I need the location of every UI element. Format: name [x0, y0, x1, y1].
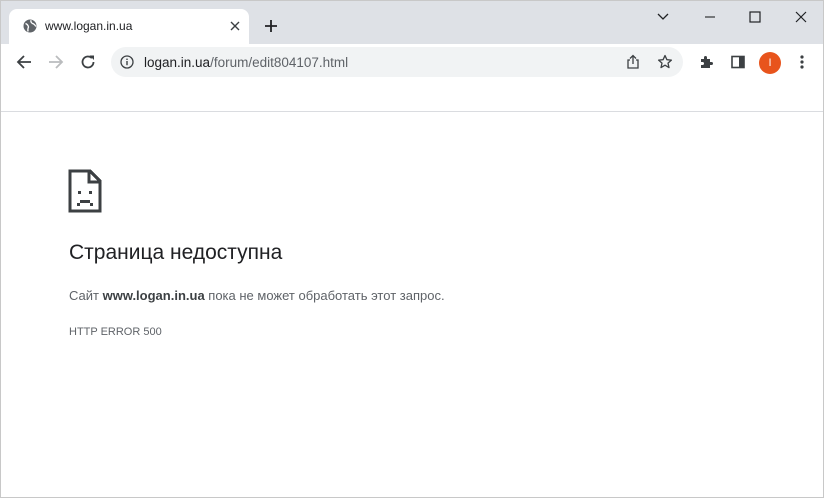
address-bar[interactable]: logan.in.ua/forum/edit804107.html [111, 47, 683, 77]
address-path: /forum/edit804107.html [210, 55, 349, 70]
side-panel-icon[interactable] [726, 50, 750, 74]
minimize-icon[interactable] [698, 7, 722, 27]
toolbar: logan.in.ua/forum/edit804107.html I [1, 44, 823, 80]
browser-window: www.logan.in.ua logan.in.ua/forum/edit80… [0, 0, 824, 498]
error-description: Сайт www.logan.in.ua пока не может обраб… [69, 288, 445, 303]
new-tab-plus-icon[interactable] [261, 16, 281, 36]
profile-avatar[interactable]: I [759, 52, 781, 74]
share-icon[interactable] [624, 53, 642, 71]
page-content: Страница недоступна Сайт www.logan.in.ua… [1, 112, 823, 497]
error-code: HTTP ERROR 500 [69, 326, 162, 338]
back-arrow-icon[interactable] [12, 50, 36, 74]
address-url[interactable]: logan.in.ua/forum/edit804107.html [144, 55, 348, 70]
close-icon[interactable] [789, 7, 813, 27]
error-title: Страница недоступна [69, 241, 283, 264]
maximize-icon[interactable] [743, 7, 767, 27]
bookmark-bar [1, 80, 823, 112]
tab-strip: www.logan.in.ua [1, 1, 823, 44]
star-icon[interactable] [656, 53, 674, 71]
puzzle-icon[interactable] [694, 50, 718, 74]
tab-close-icon[interactable] [227, 18, 243, 34]
chevron-down-icon[interactable] [651, 7, 675, 27]
error-description-suffix: пока не может обработать этот запрос. [204, 288, 445, 303]
tab-title: www.logan.in.ua [45, 19, 133, 33]
forward-arrow-icon[interactable] [44, 50, 68, 74]
sad-page-icon [68, 169, 102, 213]
reload-icon[interactable] [76, 50, 100, 74]
kebab-menu-icon[interactable] [790, 50, 814, 74]
error-description-host: www.logan.in.ua [102, 288, 205, 303]
error-description-prefix: Сайт [69, 288, 103, 303]
active-tab[interactable]: www.logan.in.ua [9, 9, 249, 44]
site-info-icon[interactable] [120, 55, 134, 69]
globe-icon [23, 19, 37, 33]
address-host: logan.in.ua [144, 55, 211, 70]
